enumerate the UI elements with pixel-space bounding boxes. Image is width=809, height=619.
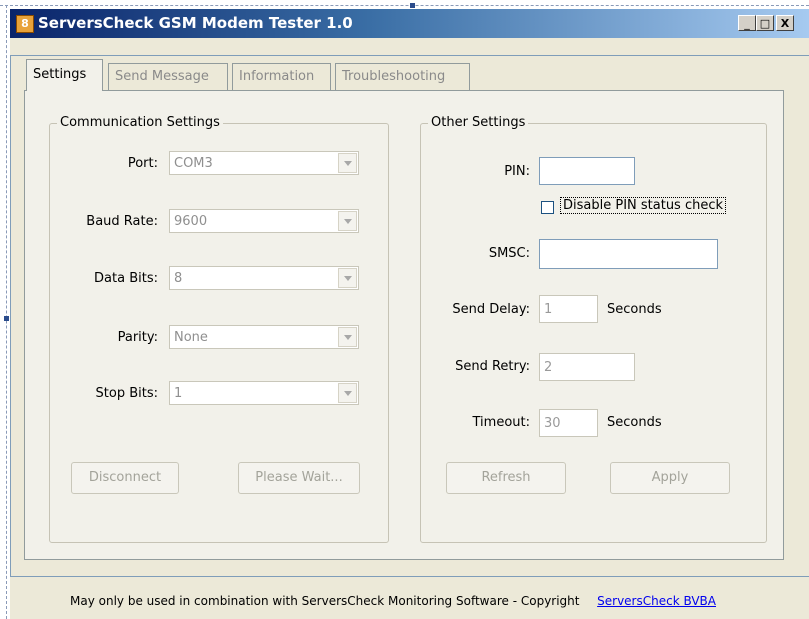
pin-label: PIN: xyxy=(504,164,530,179)
parity-value: None xyxy=(174,330,208,345)
tab-settings[interactable]: Settings xyxy=(26,59,103,91)
data-bits-value: 8 xyxy=(174,271,183,286)
stop-bits-value: 1 xyxy=(174,386,183,401)
smsc-label: SMSC: xyxy=(488,246,530,261)
stop-bits-select[interactable]: 1 xyxy=(169,381,359,405)
data-bits-select[interactable]: 8 xyxy=(169,266,359,290)
chevron-down-icon[interactable] xyxy=(338,383,357,403)
timeout-value: 30 xyxy=(544,416,561,431)
window-title: ServersCheck GSM Modem Tester 1.0 xyxy=(38,14,353,32)
send-retry-label: Send Retry: xyxy=(455,359,530,374)
pin-input[interactable] xyxy=(539,157,635,185)
chevron-down-icon[interactable] xyxy=(338,153,357,173)
chevron-down-icon[interactable] xyxy=(338,327,357,347)
tab-information[interactable]: Information xyxy=(232,63,331,90)
tab-troubleshooting[interactable]: Troubleshooting xyxy=(335,63,470,90)
timeout-input[interactable]: 30 xyxy=(539,409,598,437)
baud-rate-select[interactable]: 9600 xyxy=(169,209,359,233)
maximize-button[interactable]: □ xyxy=(756,15,774,31)
send-delay-value: 1 xyxy=(544,302,553,317)
timeout-unit: Seconds xyxy=(607,415,662,430)
disable-pin-label[interactable]: Disable PIN status check xyxy=(560,197,727,214)
chevron-down-icon[interactable] xyxy=(338,211,357,231)
send-delay-label: Send Delay: xyxy=(452,302,530,317)
parity-label: Parity: xyxy=(117,330,158,345)
resize-handle-top[interactable] xyxy=(410,3,415,8)
tab-send-message[interactable]: Send Message xyxy=(108,63,228,90)
disconnect-button[interactable]: Disconnect xyxy=(71,462,179,494)
send-delay-unit: Seconds xyxy=(607,302,662,317)
footer: May only be used in combination with Ser… xyxy=(70,594,716,608)
data-bits-label: Data Bits: xyxy=(94,271,158,286)
title-bar[interactable]: 8 ServersCheck GSM Modem Tester 1.0 _ □ … xyxy=(10,9,809,38)
send-retry-input[interactable]: 2 xyxy=(539,353,635,381)
communication-settings-title: Communication Settings xyxy=(57,115,223,130)
minimize-button[interactable]: _ xyxy=(738,15,756,31)
footer-text: May only be used in combination with Ser… xyxy=(70,594,580,608)
port-label: Port: xyxy=(127,156,158,171)
send-retry-value: 2 xyxy=(544,360,553,375)
resize-handle-left[interactable] xyxy=(4,316,9,321)
timeout-label: Timeout: xyxy=(472,415,530,430)
smsc-input[interactable] xyxy=(539,239,718,269)
port-select[interactable]: COM3 xyxy=(169,151,359,175)
apply-button[interactable]: Apply xyxy=(610,462,730,494)
disable-pin-checkbox[interactable] xyxy=(541,201,554,214)
app-icon: 8 xyxy=(16,15,34,33)
design-frame-left xyxy=(6,5,7,619)
refresh-button[interactable]: Refresh xyxy=(446,462,566,494)
stop-bits-label: Stop Bits: xyxy=(95,386,158,401)
baud-rate-label: Baud Rate: xyxy=(86,214,158,229)
design-frame-top xyxy=(0,5,809,6)
please-wait-button[interactable]: Please Wait... xyxy=(238,462,360,494)
close-button[interactable]: X xyxy=(776,15,794,31)
send-delay-input[interactable]: 1 xyxy=(539,295,598,323)
other-settings-title: Other Settings xyxy=(428,115,529,130)
serverscheck-link[interactable]: ServersCheck BVBA xyxy=(597,594,716,608)
port-value: COM3 xyxy=(174,156,213,171)
baud-rate-value: 9600 xyxy=(174,214,208,229)
chevron-down-icon[interactable] xyxy=(338,268,357,288)
parity-select[interactable]: None xyxy=(169,325,359,349)
